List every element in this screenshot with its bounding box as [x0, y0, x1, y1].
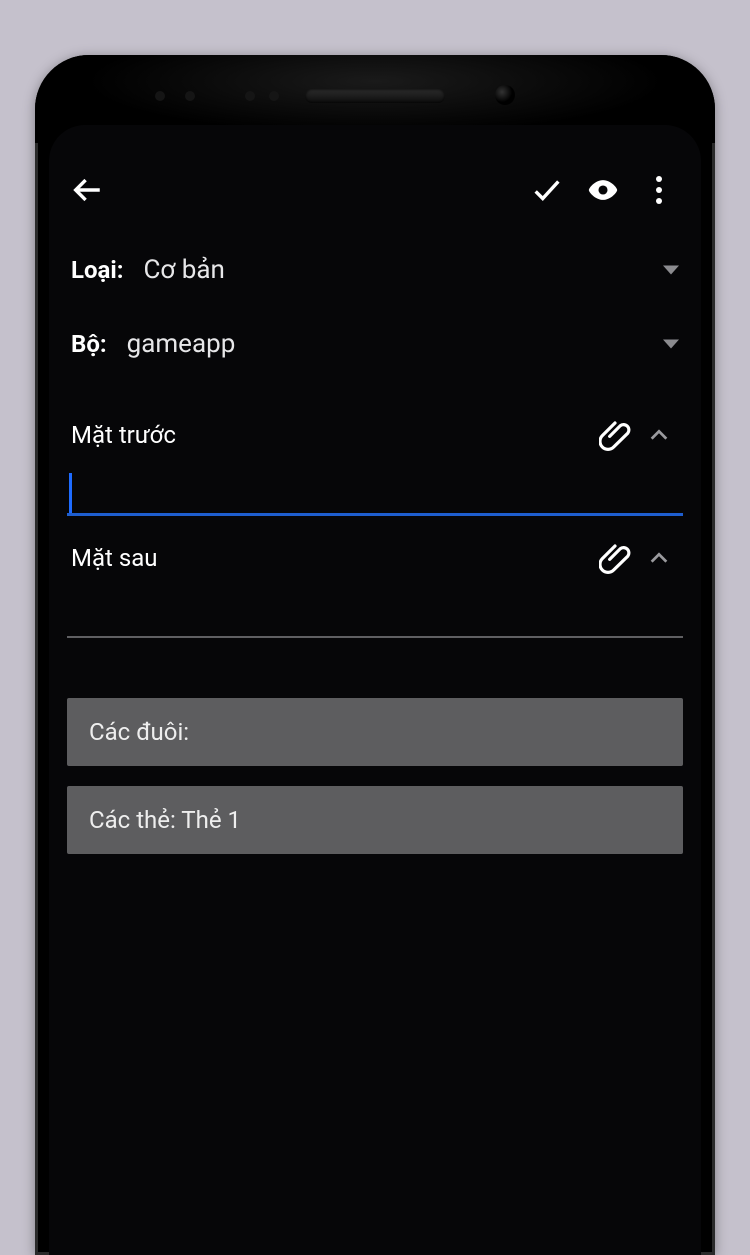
deck-selector[interactable]: Bộ: gameapp: [67, 307, 683, 381]
back-input[interactable]: [67, 590, 683, 638]
front-camera-icon: [495, 85, 515, 105]
front-field-group: Mặt trước: [67, 411, 683, 516]
paperclip-icon: [599, 419, 631, 451]
eye-icon: [586, 173, 620, 207]
sensor-dot-icon: [185, 91, 195, 101]
confirm-button[interactable]: [519, 162, 575, 218]
app-bar: [49, 153, 701, 227]
caret-down-icon: [663, 340, 679, 349]
content-area: Loại: Cơ bản Bộ: gameapp Mặt trước: [49, 227, 701, 854]
front-input[interactable]: [67, 467, 683, 516]
deck-value: gameapp: [127, 329, 679, 359]
more-vert-icon: [656, 176, 662, 204]
note-type-label: Loại:: [71, 256, 124, 284]
check-icon: [530, 173, 564, 207]
back-button[interactable]: [59, 162, 115, 218]
text-caret-icon: [69, 473, 72, 513]
arrow-left-icon: [70, 173, 104, 207]
screen: Loại: Cơ bản Bộ: gameapp Mặt trước: [49, 125, 701, 1255]
tags-label: Các đuôi:: [89, 718, 189, 746]
sensor-dot-icon: [245, 91, 255, 101]
speaker-grill: [305, 89, 445, 103]
back-field-label: Mặt sau: [71, 544, 591, 572]
note-type-value: Cơ bản: [144, 255, 680, 285]
cards-row[interactable]: Các thẻ: Thẻ 1: [67, 786, 683, 854]
cards-label: Các thẻ: Thẻ 1: [89, 806, 241, 834]
back-field-group: Mặt sau: [67, 534, 683, 638]
note-type-selector[interactable]: Loại: Cơ bản: [67, 233, 683, 307]
attach-media-back-button[interactable]: [591, 538, 639, 578]
phone-frame: Loại: Cơ bản Bộ: gameapp Mặt trước: [35, 55, 715, 1255]
front-field-label: Mặt trước: [71, 421, 591, 449]
attach-media-front-button[interactable]: [591, 415, 639, 455]
tags-row[interactable]: Các đuôi:: [67, 698, 683, 766]
chevron-up-icon: [648, 424, 670, 446]
sensor-dot-icon: [155, 91, 165, 101]
chevron-up-icon: [648, 547, 670, 569]
paperclip-icon: [599, 542, 631, 574]
overflow-menu-button[interactable]: [631, 162, 687, 218]
collapse-back-button[interactable]: [639, 538, 679, 578]
deck-label: Bộ:: [71, 330, 107, 358]
caret-down-icon: [663, 266, 679, 275]
preview-button[interactable]: [575, 162, 631, 218]
sensor-dot-icon: [269, 91, 279, 101]
collapse-front-button[interactable]: [639, 415, 679, 455]
